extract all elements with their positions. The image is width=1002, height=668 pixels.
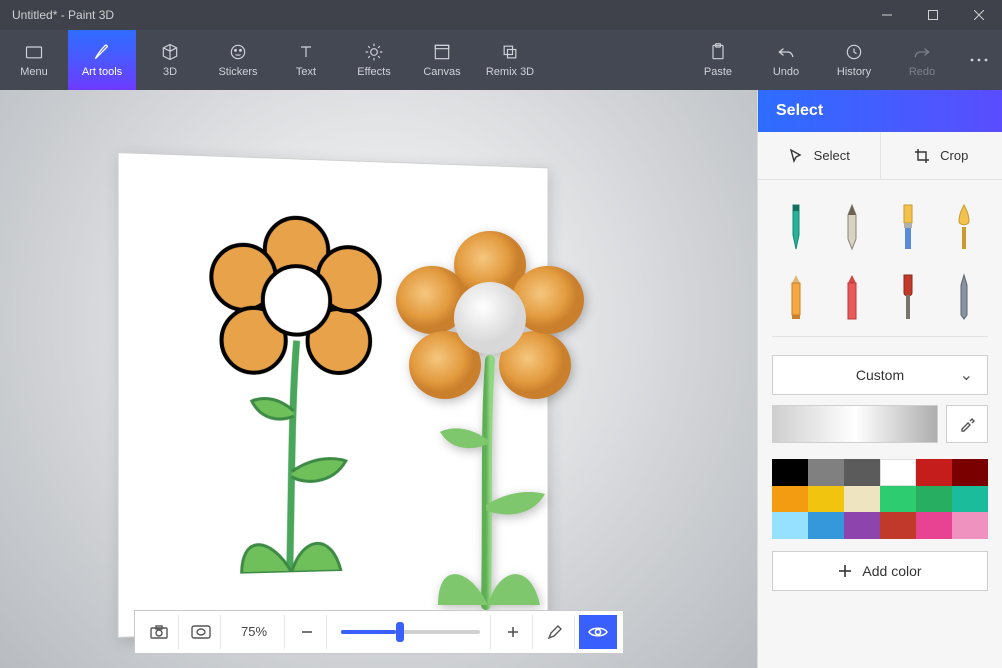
canvas-tab[interactable]: Canvas xyxy=(408,30,476,90)
color-swatch[interactable] xyxy=(880,512,916,539)
color-swatch[interactable] xyxy=(772,512,808,539)
view-mode-button[interactable] xyxy=(579,615,617,649)
stickers-tab[interactable]: Stickers xyxy=(204,30,272,90)
canvas-label: Canvas xyxy=(423,66,460,78)
folder-icon xyxy=(24,42,44,62)
thickness-dropdown[interactable]: Custom xyxy=(772,355,988,395)
redo-icon xyxy=(912,42,932,62)
sticker-icon xyxy=(228,42,248,62)
custom-label: Custom xyxy=(856,367,904,383)
zoom-slider[interactable] xyxy=(331,615,491,649)
window-title: Untitled* - Paint 3D xyxy=(12,8,114,22)
color-swatch[interactable] xyxy=(844,486,880,513)
eyedropper-icon xyxy=(959,416,975,432)
color-swatch[interactable] xyxy=(880,486,916,513)
color-swatch[interactable] xyxy=(772,486,808,513)
add-color-button[interactable]: Add color xyxy=(772,551,988,591)
crop-tool[interactable]: Crop xyxy=(880,132,1002,180)
3d-tab[interactable]: 3D xyxy=(136,30,204,90)
undo-icon xyxy=(776,42,796,62)
3d-label: 3D xyxy=(163,66,177,78)
material-preview[interactable] xyxy=(772,405,938,443)
remix-label: Remix 3D xyxy=(486,66,534,78)
history-label: History xyxy=(837,66,871,78)
crop-icon xyxy=(914,148,930,164)
crayon-brush[interactable] xyxy=(828,268,876,326)
oil-brush[interactable] xyxy=(884,268,932,326)
effects-label: Effects xyxy=(357,66,390,78)
select-label: Select xyxy=(814,148,850,163)
select-tool[interactable]: Select xyxy=(758,132,880,180)
brush-icon xyxy=(92,42,112,62)
redo-button[interactable]: Redo xyxy=(888,30,956,90)
side-panel: Select Select Crop Custom xyxy=(757,90,1002,668)
camera-icon[interactable] xyxy=(141,615,179,649)
color-swatch[interactable] xyxy=(916,459,952,486)
titlebar: Untitled* - Paint 3D xyxy=(0,0,1002,30)
eyedropper-button[interactable] xyxy=(946,405,988,443)
zoom-out-button[interactable] xyxy=(289,615,327,649)
redo-label: Redo xyxy=(909,66,935,78)
menu-label: Menu xyxy=(20,66,48,78)
remix-3d-tab[interactable]: Remix 3D xyxy=(476,30,544,90)
text-label: Text xyxy=(296,66,316,78)
maximize-button[interactable] xyxy=(910,0,956,30)
brush-grid xyxy=(758,180,1002,334)
color-swatch[interactable] xyxy=(880,459,916,486)
undo-button[interactable]: Undo xyxy=(752,30,820,90)
zoom-in-button[interactable] xyxy=(495,615,533,649)
paste-label: Paste xyxy=(704,66,732,78)
pencil-brush[interactable] xyxy=(772,268,820,326)
view-3d-icon[interactable] xyxy=(183,615,221,649)
paste-icon xyxy=(708,42,728,62)
color-swatch[interactable] xyxy=(844,459,880,486)
remix-icon xyxy=(500,42,520,62)
flower-3d-model[interactable] xyxy=(360,210,620,610)
add-color-label: Add color xyxy=(862,563,921,579)
close-button[interactable] xyxy=(956,0,1002,30)
undo-label: Undo xyxy=(773,66,799,78)
color-palette xyxy=(772,459,988,539)
pen-brush[interactable] xyxy=(940,268,988,326)
canvas-icon xyxy=(432,42,452,62)
bottom-toolbar: 75% xyxy=(134,610,624,654)
color-swatch[interactable] xyxy=(808,486,844,513)
watercolor-brush[interactable] xyxy=(940,198,988,256)
menu-button[interactable]: Menu xyxy=(0,30,68,90)
paint-brush[interactable] xyxy=(884,198,932,256)
color-swatch[interactable] xyxy=(916,486,952,513)
effects-tab[interactable]: Effects xyxy=(340,30,408,90)
color-swatch[interactable] xyxy=(952,486,988,513)
color-swatch[interactable] xyxy=(952,512,988,539)
cube-icon xyxy=(160,42,180,62)
color-swatch[interactable] xyxy=(952,459,988,486)
paste-button[interactable]: Paste xyxy=(684,30,752,90)
zoom-value[interactable]: 75% xyxy=(225,615,285,649)
text-icon xyxy=(296,42,316,62)
cursor-icon xyxy=(788,148,804,164)
marker-brush[interactable] xyxy=(772,198,820,256)
ribbon: Menu Art tools 3D Stickers Text Effects … xyxy=(0,30,1002,90)
more-button[interactable] xyxy=(956,30,1002,90)
color-swatch[interactable] xyxy=(916,512,952,539)
art-tools-tab[interactable]: Art tools xyxy=(68,30,136,90)
calligraphy-brush[interactable] xyxy=(828,198,876,256)
color-swatch[interactable] xyxy=(808,512,844,539)
art-tools-label: Art tools xyxy=(82,66,122,78)
minimize-button[interactable] xyxy=(864,0,910,30)
plus-icon xyxy=(838,564,852,578)
crop-label: Crop xyxy=(940,148,968,163)
panel-title: Select xyxy=(758,90,1002,132)
edit-icon[interactable] xyxy=(537,615,575,649)
color-swatch[interactable] xyxy=(844,512,880,539)
color-swatch[interactable] xyxy=(772,459,808,486)
text-tab[interactable]: Text xyxy=(272,30,340,90)
canvas-area[interactable]: 75% xyxy=(0,90,757,668)
history-icon xyxy=(844,42,864,62)
stickers-label: Stickers xyxy=(218,66,257,78)
effects-icon xyxy=(364,42,384,62)
history-button[interactable]: History xyxy=(820,30,888,90)
color-swatch[interactable] xyxy=(808,459,844,486)
